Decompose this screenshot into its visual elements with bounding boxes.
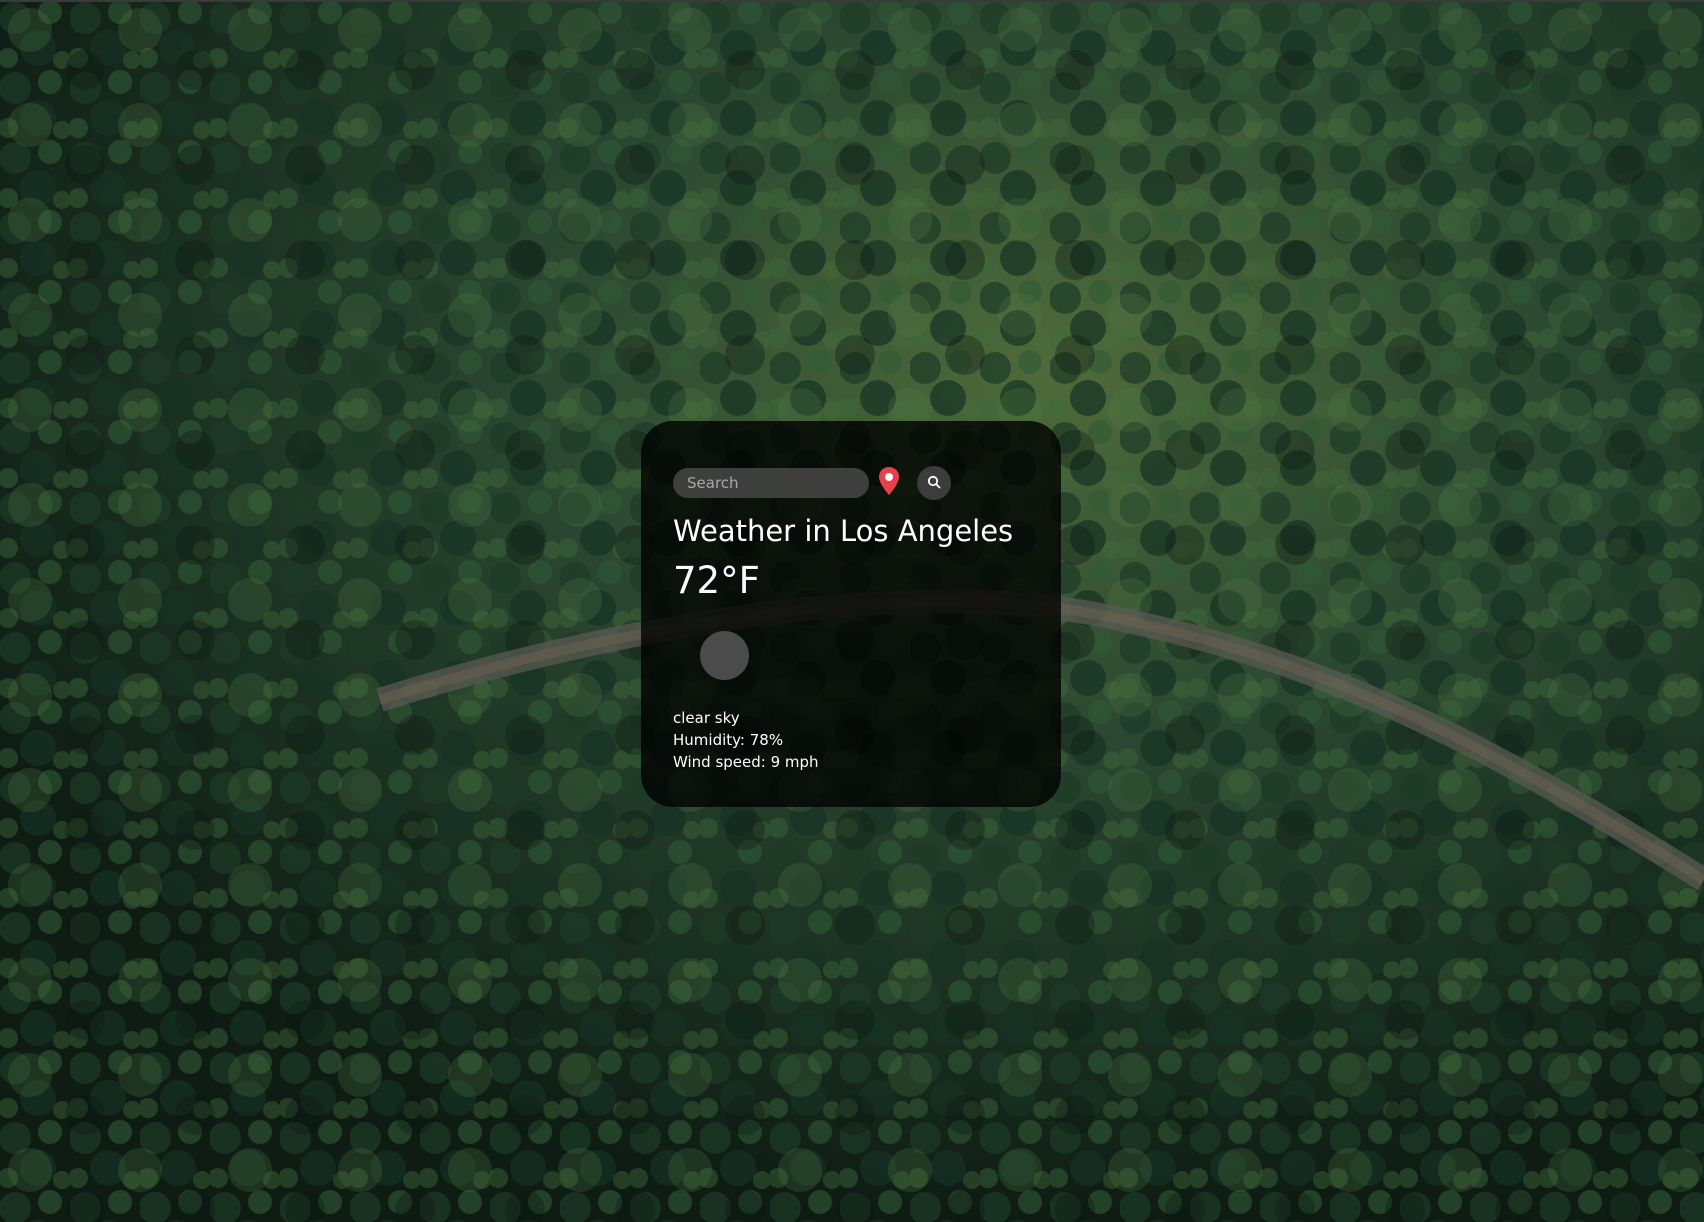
weather-description: clear sky bbox=[673, 709, 740, 727]
search-button[interactable] bbox=[917, 466, 951, 500]
weather-card: Weather in Los Angeles 72°F clear sky Hu… bbox=[641, 421, 1061, 807]
search-input[interactable] bbox=[673, 468, 869, 498]
weather-condition-icon bbox=[700, 631, 749, 680]
city-title: Weather in Los Angeles bbox=[673, 514, 1014, 548]
wind-speed-text: Wind speed: 9 mph bbox=[673, 753, 819, 771]
humidity-text: Humidity: 78% bbox=[673, 731, 784, 749]
magnifier-icon bbox=[927, 474, 941, 493]
location-button[interactable] bbox=[875, 466, 903, 500]
map-pin-icon bbox=[878, 466, 900, 500]
temperature: 72°F bbox=[673, 559, 760, 602]
search-bar bbox=[673, 465, 1029, 501]
